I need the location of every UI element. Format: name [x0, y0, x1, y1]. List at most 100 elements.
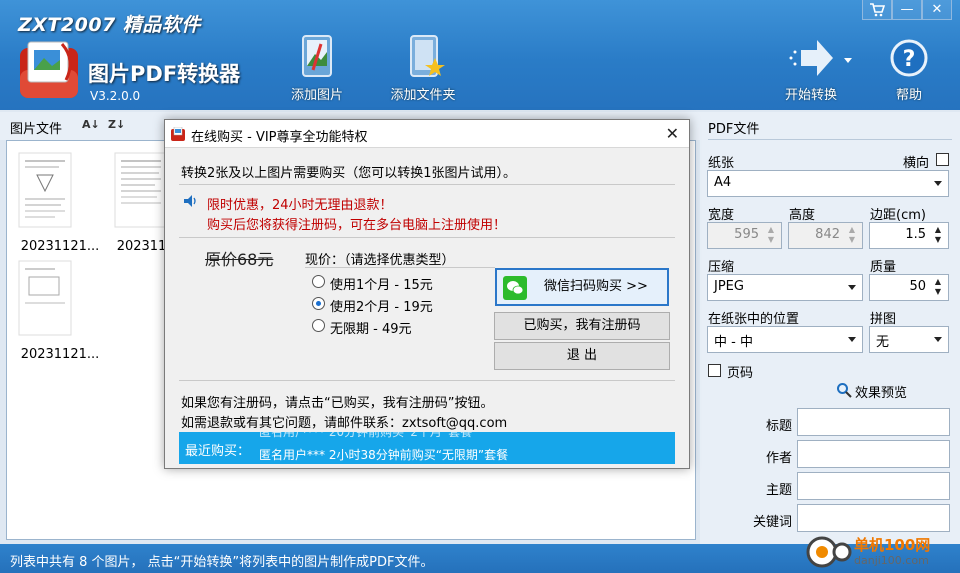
recent-item: 匿名用户*** 2小时38分钟前购买“无限期”套餐 — [259, 448, 509, 462]
divider — [179, 380, 675, 381]
dialog-close-button[interactable]: ✕ — [666, 124, 679, 143]
landscape-label: 横向 — [903, 156, 930, 171]
page-number-checkbox[interactable] — [708, 364, 721, 377]
cart-button[interactable] — [862, 0, 892, 20]
margin-stepper[interactable]: 1.5 ▲ ▼ — [869, 222, 949, 249]
title-field-label: 标题 — [765, 419, 792, 434]
option-lifetime-label: 无限期 - 49元 — [330, 322, 412, 337]
height-label: 高度 — [789, 208, 816, 223]
compress-select[interactable]: JPEG — [707, 274, 863, 301]
paper-select[interactable]: A4 — [707, 170, 949, 197]
pdf-settings-title: PDF文件 — [708, 122, 760, 137]
sort-descending-icon[interactable]: Z↓ — [108, 118, 125, 134]
magnifier-icon — [837, 383, 852, 398]
position-label: 在纸张中的位置 — [708, 312, 800, 327]
promo-license-text: 购买后您将获得注册码，可在多台电脑上注册使用！ — [207, 218, 507, 233]
image-thumbnail[interactable]: 20231121... — [15, 151, 105, 254]
option-2-month-radio[interactable] — [312, 297, 325, 310]
cart-icon — [870, 2, 885, 16]
have-code-button[interactable]: 已购买，我有注册码 — [494, 312, 670, 340]
wechat-pay-button[interactable]: 微信扫码购买 >> — [495, 268, 669, 306]
divider — [708, 139, 952, 140]
close-window-button[interactable]: ✕ — [922, 0, 952, 20]
thumbnail-label: 20231121... — [20, 347, 100, 362]
add-folder-label: 添加文件夹 — [390, 88, 456, 103]
recent-item: 匿名用户*** 20分钟前购买“2个月”套餐 — [259, 432, 473, 439]
author-input[interactable] — [797, 440, 950, 468]
original-price: 原价68元 — [205, 250, 274, 269]
site-watermark: 单机100网 danji100.com — [806, 530, 956, 573]
add-image-label: 添加图片 — [290, 88, 343, 103]
help-button[interactable]: ? 帮助 — [864, 32, 954, 104]
quality-label: 质量 — [870, 260, 897, 275]
position-select[interactable]: 中 - 中 — [707, 326, 863, 353]
dialog-title: 在线购买 - VIP尊享全功能特权 — [191, 130, 368, 145]
svg-text:?: ? — [903, 47, 916, 72]
speaker-icon — [184, 195, 196, 207]
option-lifetime-radio[interactable] — [312, 319, 325, 332]
width-value: 595 — [734, 227, 759, 242]
height-value: 842 — [815, 227, 840, 242]
watermark-site-name: 单机100网 — [854, 536, 931, 554]
window-controls: — ✕ — [862, 0, 952, 20]
start-convert-button[interactable]: 开始转换 — [766, 32, 856, 104]
arrow-right-icon — [789, 40, 833, 76]
option-1-month-label: 使用1个月 - 15元 — [330, 278, 433, 293]
add-image-icon — [302, 35, 332, 77]
position-select-value: 中 - 中 — [714, 335, 753, 350]
option-1-month-radio[interactable] — [312, 275, 325, 288]
exit-button[interactable]: 退 出 — [494, 342, 670, 370]
height-stepper: 842 ▲ ▼ — [788, 222, 863, 249]
chevron-down-icon — [848, 337, 856, 342]
landscape-checkbox[interactable] — [936, 153, 949, 166]
chevron-down-icon — [934, 337, 942, 342]
divider — [305, 267, 495, 268]
quality-stepper[interactable]: 50 ▲ ▼ — [869, 274, 949, 301]
subject-field-label: 主题 — [765, 483, 792, 498]
margin-value: 1.5 — [905, 227, 926, 242]
pdf-settings-panel: PDF文件 纸张 横向 A4 宽度 高度 边距(cm) 595 ▲ ▼ 842 ▲ ▼ … — [700, 112, 960, 544]
sort-ascending-icon[interactable]: A↓ — [82, 118, 100, 134]
current-price-label: 现价：（请选择优惠类型） — [305, 253, 455, 268]
app-header: ZXT2007 精品软件 图片PDF转换器 V3.2.0.0 添加图片 添加文件… — [0, 0, 960, 110]
add-folder-button[interactable]: 添加文件夹 — [378, 32, 468, 104]
keywords-input[interactable] — [797, 504, 950, 532]
recent-purchases-banner: 最近购买： 匿名用户*** 20分钟前购买“2个月”套餐 匿名用户*** 2小时… — [179, 432, 675, 464]
quality-value: 50 — [909, 279, 926, 294]
title-input[interactable] — [797, 408, 950, 436]
image-thumbnail[interactable]: 20231121... — [15, 259, 105, 362]
paper-select-value: A4 — [714, 175, 732, 190]
add-folder-icon — [410, 35, 445, 77]
help-icon: ? — [890, 39, 928, 77]
purchase-dialog: 在线购买 - VIP尊享全功能特权 ✕ 转换2张及以上图片需要购买（您可以转换1… — [164, 119, 690, 469]
stepper-arrows-icon: ▲ ▼ — [767, 225, 775, 244]
chevron-down-icon — [848, 285, 856, 290]
watermark-logo-icon — [806, 536, 852, 568]
divider — [179, 237, 675, 238]
version-label: V3.2.0.0 — [90, 89, 141, 103]
footer-contact-hint: 如需退款或有其它问题，请邮件联系：zxtsoft@qq.com — [181, 416, 508, 431]
promo-refund-text: 限时优惠，24小时无理由退款！ — [207, 198, 393, 213]
start-convert-dropdown-icon[interactable] — [844, 58, 852, 63]
brand-title: ZXT2007 精品软件 — [18, 14, 201, 36]
option-2-month-label: 使用2个月 - 19元 — [330, 300, 433, 315]
add-image-button[interactable]: 添加图片 — [272, 32, 362, 104]
width-label: 宽度 — [708, 208, 735, 223]
wechat-icon — [503, 276, 527, 300]
footer-register-hint: 如果您有注册码，请点击“已购买，我有注册码”按钮。 — [181, 396, 494, 411]
dialog-titlebar: 在线购买 - VIP尊享全功能特权 ✕ — [165, 120, 689, 148]
image-list-title: 图片文件 — [10, 122, 63, 137]
tile-select[interactable]: 无 — [869, 326, 949, 353]
wechat-pay-label: 微信扫码购买 >> — [544, 279, 648, 294]
stepper-arrows-icon[interactable]: ▲ ▼ — [932, 225, 944, 245]
app-logo-icon — [20, 41, 78, 98]
stepper-arrows-icon[interactable]: ▲ ▼ — [932, 277, 944, 297]
minimize-button[interactable]: — — [892, 0, 922, 20]
keywords-field-label: 关键词 — [752, 515, 792, 530]
margin-label: 边距(cm) — [870, 208, 926, 223]
recent-label: 最近购买： — [185, 444, 251, 459]
compress-label: 压缩 — [708, 260, 735, 275]
preview-label: 效果预览 — [855, 386, 908, 401]
document-thumbnail-icon — [111, 151, 171, 229]
subject-input[interactable] — [797, 472, 950, 500]
